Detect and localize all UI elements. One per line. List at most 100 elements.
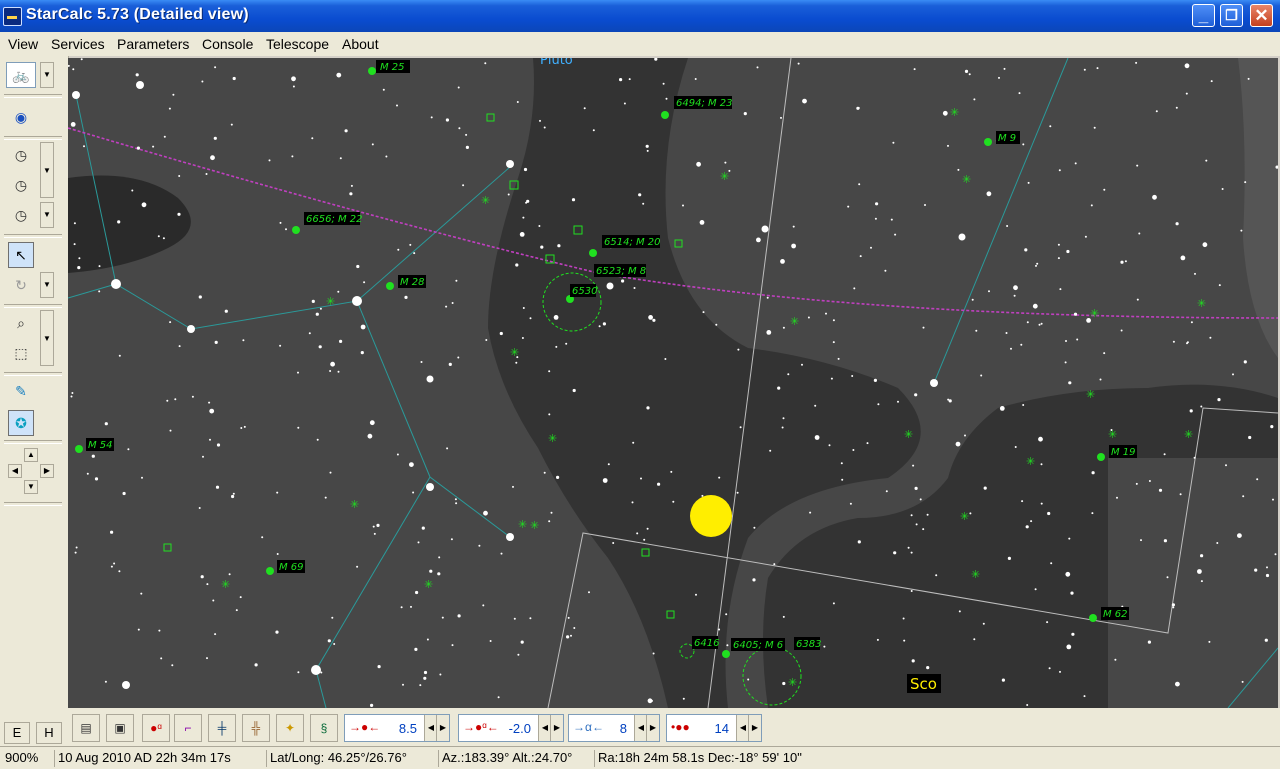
- star: [1040, 502, 1043, 505]
- star: [652, 652, 655, 655]
- close-button[interactable]: ✕: [1250, 4, 1273, 27]
- star: [404, 295, 408, 299]
- star: [1057, 257, 1060, 260]
- spinner-right-icon[interactable]: ▶: [436, 715, 449, 741]
- constellation-lines-icon[interactable]: ⌐: [174, 714, 202, 742]
- clock-back-icon[interactable]: ◷: [8, 202, 34, 228]
- zoom-icon[interactable]: ⌕: [8, 310, 34, 336]
- svg-text:✳: ✳: [720, 170, 729, 183]
- menu-console[interactable]: Console: [202, 36, 253, 52]
- star: [648, 315, 653, 320]
- star: [1103, 188, 1106, 191]
- chevron-down-icon[interactable]: ▼: [40, 142, 54, 198]
- star: [739, 426, 742, 429]
- telescope-icon[interactable]: ✎: [8, 378, 34, 404]
- clock-icon[interactable]: ◷: [8, 172, 34, 198]
- star: [483, 510, 488, 516]
- chevron-down-icon[interactable]: ▼: [40, 202, 54, 228]
- chevron-down-icon[interactable]: ▼: [40, 62, 54, 88]
- star: [497, 696, 500, 699]
- pan-left-icon[interactable]: ◀: [8, 464, 22, 478]
- h-button[interactable]: H: [36, 722, 62, 744]
- star: [137, 628, 140, 631]
- spinner-right-icon[interactable]: ▶: [550, 715, 563, 741]
- star: [439, 673, 442, 676]
- star: [349, 192, 353, 196]
- close-icon: ✕: [1254, 6, 1269, 25]
- star: [832, 341, 835, 344]
- star: [423, 676, 427, 680]
- grid-icon[interactable]: ╪: [208, 714, 236, 742]
- spinner-right-icon[interactable]: ▶: [748, 715, 761, 741]
- menu-parameters[interactable]: Parameters: [117, 36, 189, 52]
- star: [423, 670, 428, 675]
- star: [209, 408, 215, 414]
- pan-right-icon[interactable]: ▶: [40, 464, 54, 478]
- pointer-icon[interactable]: ↖: [8, 242, 34, 268]
- star: [702, 311, 705, 314]
- magnitude-offset-spinner[interactable]: →●ᵅ← -2.0 ◀ ▶: [458, 714, 564, 742]
- star: [557, 244, 561, 248]
- target-icon[interactable]: ✪: [8, 410, 34, 436]
- star-mag-icon[interactable]: ●ᵅ: [142, 714, 170, 742]
- star: [857, 540, 861, 544]
- star: [191, 395, 194, 398]
- star: [1059, 670, 1061, 673]
- menu-telescope[interactable]: Telescope: [266, 36, 329, 52]
- star: [1065, 571, 1071, 577]
- star: [1074, 162, 1077, 165]
- star: [400, 606, 403, 609]
- planets-icon[interactable]: ✦: [276, 714, 304, 742]
- list-icon[interactable]: ▤: [72, 714, 100, 742]
- star: [1210, 80, 1213, 83]
- clock-forward-icon[interactable]: ◷: [8, 142, 34, 168]
- star: [174, 398, 177, 401]
- star-magnitude-limit-spinner[interactable]: →●← 8.5 ◀ ▶: [344, 714, 450, 742]
- star-magnitude-value: 8.5: [398, 721, 417, 736]
- star: [1005, 332, 1008, 334]
- star: [522, 216, 525, 219]
- star: [172, 93, 175, 96]
- chevron-down-icon[interactable]: ▼: [40, 272, 54, 298]
- star-size-spinner[interactable]: •●● 14 ◀ ▶: [666, 714, 762, 742]
- e-button[interactable]: E: [4, 722, 30, 744]
- menu-about[interactable]: About: [342, 36, 379, 52]
- chevron-down-icon[interactable]: ▼: [40, 310, 54, 366]
- star: [982, 622, 985, 625]
- pan-down-icon[interactable]: ▼: [24, 480, 38, 494]
- globe-icon[interactable]: ◉: [8, 104, 34, 130]
- console-icon[interactable]: ▣: [106, 714, 134, 742]
- star: [791, 243, 796, 249]
- star: [980, 374, 983, 377]
- star: [71, 392, 74, 394]
- pan-up-icon[interactable]: ▲: [24, 448, 38, 462]
- star: [402, 683, 404, 686]
- app-icon[interactable]: [3, 7, 22, 26]
- zoom-level: 900%: [5, 750, 39, 765]
- star: [1073, 312, 1078, 316]
- star: [330, 361, 335, 367]
- star: [457, 356, 460, 359]
- star: [1221, 188, 1224, 190]
- label-ngc6383: 6383: [796, 639, 821, 650]
- bike-tool-icon[interactable]: 🚲: [6, 62, 36, 88]
- milky-way-icon[interactable]: §: [310, 714, 338, 742]
- menu-services[interactable]: Services: [51, 36, 105, 52]
- deep-sky-limit-spinner[interactable]: →α← 8 ◀ ▶: [568, 714, 660, 742]
- star: [232, 76, 236, 81]
- spinner-right-icon[interactable]: ▶: [646, 715, 659, 741]
- star: [566, 635, 570, 639]
- star: [1047, 511, 1051, 516]
- menu-view[interactable]: View: [8, 36, 38, 52]
- minimize-button[interactable]: _: [1192, 4, 1215, 27]
- label-m28: M 28: [400, 277, 425, 288]
- star: [792, 225, 795, 228]
- sky-map[interactable]: ✳ ✳ ✳ ✳ ✳ ✳ ✳ ✳ ✳ ✳ ✳ ✳ ✳ ✳ ✳ ✳ ✳ ✳ ✳ ✳ ✳ ✳ ✳ M 25 6494…: [68, 58, 1278, 708]
- select-rectangle-icon[interactable]: ⬚: [8, 340, 34, 366]
- star: [814, 435, 820, 440]
- maximize-button[interactable]: ❐: [1220, 4, 1243, 27]
- refresh-icon[interactable]: ↻: [8, 272, 34, 298]
- star: [958, 610, 961, 613]
- boundaries-icon[interactable]: ╬: [242, 714, 270, 742]
- star: [118, 354, 121, 357]
